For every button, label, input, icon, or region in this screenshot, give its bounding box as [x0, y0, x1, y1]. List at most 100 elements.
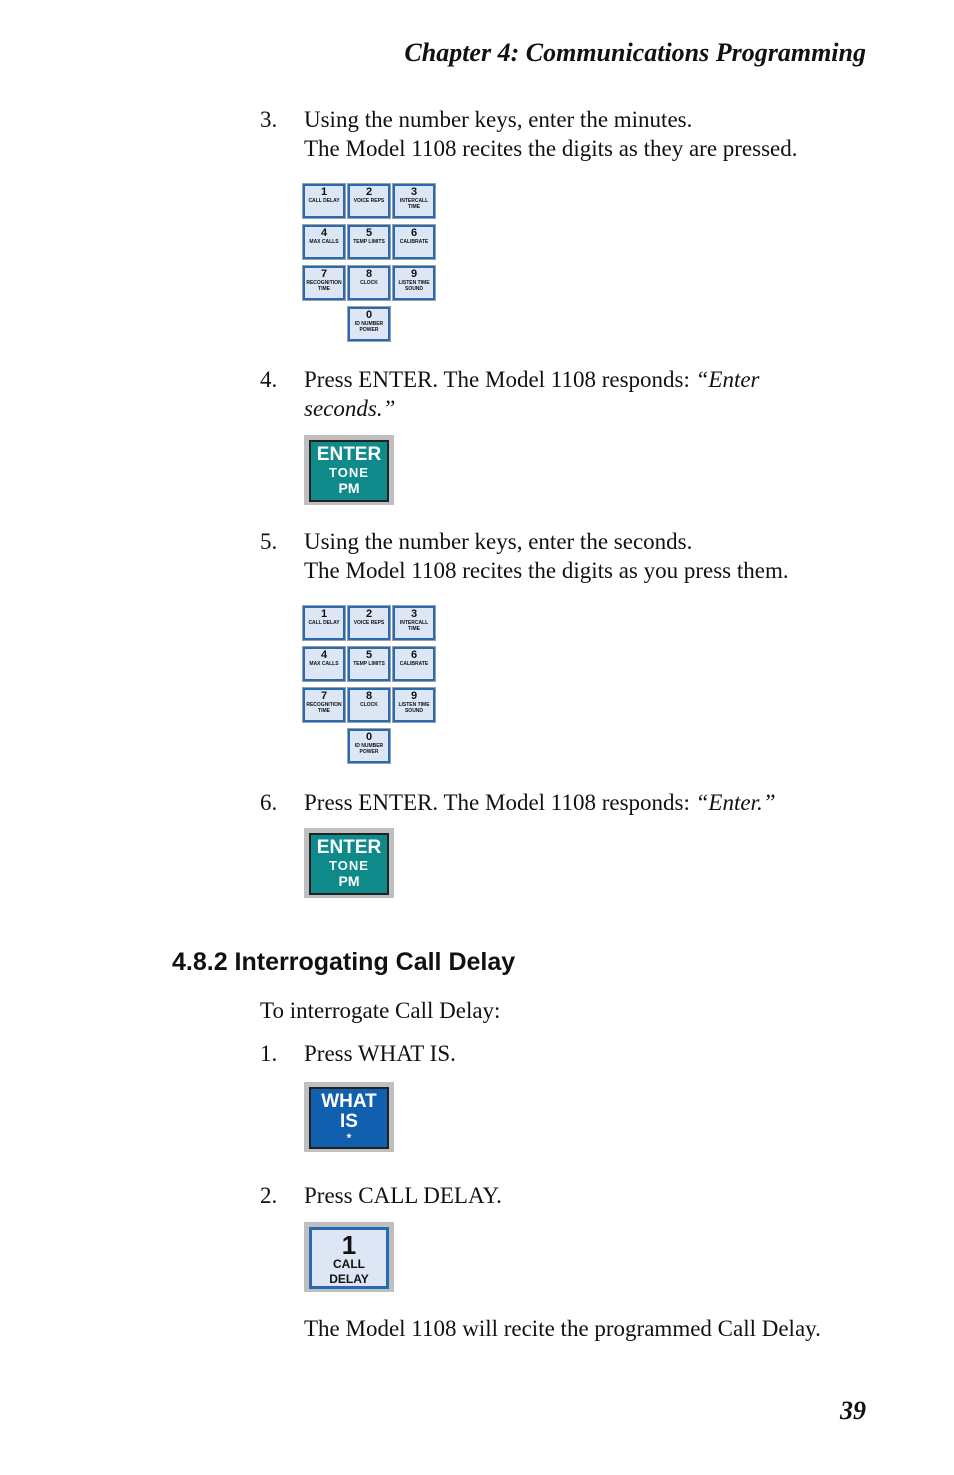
key-digit: 7: [320, 690, 328, 702]
keypad-key-4: 4 MAX CALLS: [302, 224, 346, 260]
key-label: ID NUMBER POWER: [354, 321, 384, 333]
response-quote: seconds.”: [304, 394, 395, 423]
keypad-key-9: 9 LISTEN TIME SOUND: [392, 687, 436, 723]
key-digit: 6: [410, 227, 418, 239]
key-label: CLOCK: [360, 280, 378, 286]
key-digit: 3: [410, 608, 418, 620]
response-quote: “Enter: [695, 367, 760, 392]
keypad-illustration: 1 CALL DELAY 2 VOICE REPS 3 INTERCALL TIME 4 MA…: [302, 183, 437, 342]
keypad-key-5: 5 TEMP LIMITS: [347, 646, 391, 682]
keypad-key-0: 0 ID NUMBER POWER: [347, 728, 391, 764]
key-label: ID NUMBER POWER: [354, 743, 384, 755]
key-digit: 7: [320, 268, 328, 280]
keypad-key-7: 7 RECOGNITION TIME: [302, 687, 346, 723]
key-digit: 9: [410, 690, 418, 702]
keypad-illustration: 1 CALL DELAY 2 VOICE REPS 3 INTERCALL TIME 4 MA…: [302, 605, 437, 764]
key-label: IS: [340, 1111, 358, 1132]
section-intro: To interrogate Call Delay:: [260, 998, 501, 1023]
call-delay-key-illustration: 1 CALL DELAY: [304, 1222, 394, 1292]
step-text: Press WHAT IS.: [304, 1041, 456, 1066]
key-digit: 1: [341, 1230, 357, 1260]
key-label: INTERCALL TIME: [399, 620, 429, 632]
step-text: Press CALL DELAY.: [304, 1183, 502, 1208]
key-label: DELAY: [329, 1272, 369, 1286]
keypad-key-6: 6 CALIBRATE: [392, 224, 436, 260]
step-number: 6.: [260, 790, 278, 815]
step-text: The Model 1108 recites the digits as the…: [304, 136, 798, 161]
step-number: 4.: [260, 367, 278, 392]
key-label: WHAT: [321, 1091, 377, 1112]
key-label: TEMP LIMITS: [353, 661, 385, 667]
key-digit: 9: [410, 268, 418, 280]
key-label: CALL: [333, 1257, 365, 1271]
key-digit: 8: [365, 690, 373, 702]
key-digit: 5: [365, 649, 373, 661]
step-text: The Model 1108 recites the digits as you…: [304, 558, 789, 583]
key-label: TONE: [329, 465, 369, 480]
step-number: 1.: [260, 1041, 278, 1066]
asterisk-icon: *: [346, 1131, 352, 1145]
step-number: 5.: [260, 529, 278, 554]
key-label: MAX CALLS: [309, 239, 339, 245]
keypad-key-2: 2 VOICE REPS: [347, 183, 391, 219]
key-digit: 0: [365, 309, 373, 321]
step-number: 2.: [260, 1183, 278, 1208]
key-label: TONE: [329, 858, 369, 873]
key-label: ENTER: [316, 837, 382, 858]
key-digit: 2: [365, 186, 373, 198]
key-label: MAX CALLS: [309, 661, 339, 667]
response-quote-cont: seconds.”: [304, 396, 396, 421]
keypad-key-1: 1 CALL DELAY: [302, 183, 346, 219]
enter-key-illustration: ENTER TONE PM: [304, 435, 394, 505]
keypad-key-1: 1 CALL DELAY: [302, 605, 346, 641]
keypad-key-8: 8 CLOCK: [347, 265, 391, 301]
key-label: TEMP LIMITS: [353, 239, 385, 245]
closing-text: The Model 1108 will recite the programme…: [304, 1316, 821, 1341]
key-label: INTERCALL TIME: [399, 198, 429, 210]
key-digit: 1: [320, 186, 328, 198]
key-digit: 4: [320, 227, 328, 239]
keypad-key-6: 6 CALIBRATE: [392, 646, 436, 682]
page-number: 39: [840, 1396, 866, 1425]
keypad-key-3: 3 INTERCALL TIME: [392, 605, 436, 641]
key-label: ENTER: [316, 444, 382, 465]
key-digit: 1: [320, 608, 328, 620]
key-label: CALL DELAY: [308, 620, 340, 626]
keypad-key-5: 5 TEMP LIMITS: [347, 224, 391, 260]
keypad-key-8: 8 CLOCK: [347, 687, 391, 723]
key-digit: 8: [365, 268, 373, 280]
keypad-key-0: 0 ID NUMBER POWER: [347, 306, 391, 342]
step-text: Using the number keys, enter the minutes…: [304, 107, 693, 132]
key-digit: 5: [365, 227, 373, 239]
enter-key-illustration: ENTER TONE PM: [304, 828, 394, 898]
key-label: CLOCK: [360, 702, 378, 708]
key-label: LISTEN TIME SOUND: [398, 280, 430, 292]
keypad-key-3: 3 INTERCALL TIME: [392, 183, 436, 219]
step-text-plain: Press ENTER. The Model 1108 responds:: [304, 367, 696, 392]
key-label: VOICE REPS: [353, 198, 385, 204]
key-label: RECOGNITION TIME: [306, 280, 342, 292]
key-label: VOICE REPS: [353, 620, 385, 626]
keypad-key-4: 4 MAX CALLS: [302, 646, 346, 682]
key-label: RECOGNITION TIME: [306, 702, 342, 714]
key-digit: 0: [365, 731, 373, 743]
keypad-key-2: 2 VOICE REPS: [347, 605, 391, 641]
key-label: CALIBRATE: [399, 239, 429, 245]
key-digit: 3: [410, 186, 418, 198]
section-heading: 4.8.2 Interrogating Call Delay: [172, 948, 516, 976]
step-number: 3.: [260, 107, 278, 132]
response-quote: “Enter.”: [695, 790, 776, 815]
key-label: CALIBRATE: [399, 661, 429, 667]
key-label: PM: [338, 480, 360, 496]
key-digit: 2: [365, 608, 373, 620]
step-text: Press ENTER. The Model 1108 responds: “E…: [304, 365, 760, 394]
key-digit: 6: [410, 649, 418, 661]
step-text: Using the number keys, enter the seconds…: [304, 529, 693, 554]
what-is-key-illustration: WHAT IS *: [304, 1082, 394, 1152]
key-digit: 4: [320, 649, 328, 661]
chapter-header: Chapter 4: Communications Programming: [404, 38, 866, 67]
key-label: CALL DELAY: [308, 198, 340, 204]
step-text-plain: Press ENTER. The Model 1108 responds:: [304, 790, 696, 815]
key-label: PM: [338, 873, 360, 889]
key-label: LISTEN TIME SOUND: [398, 702, 430, 714]
